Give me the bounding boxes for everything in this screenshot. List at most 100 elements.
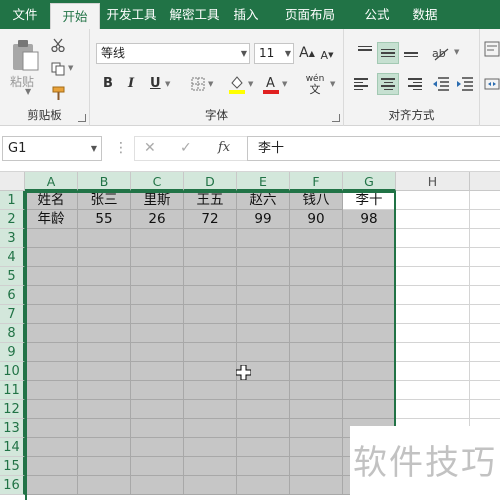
align-center-button[interactable] <box>377 73 399 95</box>
more-options-icon[interactable]: ⋮ <box>114 140 128 156</box>
table-cell[interactable] <box>184 438 237 457</box>
table-cell[interactable] <box>290 267 343 286</box>
row-header[interactable]: 8 <box>0 324 25 343</box>
row-header[interactable]: 16 <box>0 476 25 495</box>
row-header[interactable]: 4 <box>0 248 25 267</box>
table-cell[interactable] <box>290 305 343 324</box>
table-cell[interactable] <box>25 457 78 476</box>
table-cell[interactable] <box>184 343 237 362</box>
table-cell[interactable] <box>184 400 237 419</box>
table-cell[interactable] <box>131 362 184 381</box>
table-cell[interactable] <box>131 457 184 476</box>
table-cell[interactable] <box>343 324 396 343</box>
column-header[interactable]: B <box>78 172 131 191</box>
table-cell[interactable] <box>237 343 290 362</box>
table-cell[interactable] <box>237 438 290 457</box>
table-cell[interactable] <box>131 476 184 495</box>
table-cell[interactable] <box>25 286 78 305</box>
italic-button[interactable]: I <box>128 76 134 91</box>
row-header[interactable]: 3 <box>0 229 25 248</box>
active-cell[interactable]: 李十 <box>343 191 396 210</box>
increase-font-size-icon[interactable]: A ▲ <box>298 43 316 63</box>
table-cell[interactable] <box>470 400 500 419</box>
column-header[interactable]: A <box>25 172 78 191</box>
merge-center-icon[interactable] <box>484 74 500 94</box>
copy-icon[interactable] <box>50 61 66 77</box>
column-header[interactable]: E <box>237 172 290 191</box>
table-cell[interactable] <box>25 400 78 419</box>
table-cell[interactable] <box>78 305 131 324</box>
table-cell[interactable] <box>343 343 396 362</box>
table-cell[interactable]: 26 <box>131 210 184 229</box>
table-cell[interactable] <box>25 362 78 381</box>
paste-dropdown-arrow[interactable]: ▼ <box>25 87 31 96</box>
font-dialog-launcher[interactable] <box>332 114 340 122</box>
font-name-combo[interactable]: 等线 ▼ <box>96 43 250 64</box>
borders-dropdown-arrow[interactable]: ▼ <box>208 80 213 88</box>
table-cell[interactable] <box>343 400 396 419</box>
table-cell[interactable] <box>396 286 470 305</box>
table-cell[interactable] <box>237 400 290 419</box>
table-cell[interactable] <box>78 381 131 400</box>
row-header[interactable]: 13 <box>0 419 25 438</box>
table-cell[interactable] <box>78 457 131 476</box>
table-cell[interactable]: 姓名 <box>25 191 78 210</box>
table-cell[interactable] <box>78 267 131 286</box>
table-cell[interactable] <box>184 324 237 343</box>
cancel-icon[interactable]: ✕ <box>144 140 156 156</box>
table-cell[interactable] <box>131 305 184 324</box>
table-cell[interactable] <box>237 267 290 286</box>
table-cell[interactable] <box>396 305 470 324</box>
table-cell[interactable] <box>396 324 470 343</box>
row-header[interactable]: 10 <box>0 362 25 381</box>
table-cell[interactable] <box>131 438 184 457</box>
table-cell[interactable] <box>237 305 290 324</box>
middle-align-button[interactable] <box>377 42 399 64</box>
enter-icon[interactable]: ✓ <box>180 140 192 156</box>
table-cell[interactable]: 王五 <box>184 191 237 210</box>
table-cell[interactable] <box>470 248 500 267</box>
table-cell[interactable] <box>184 476 237 495</box>
table-cell[interactable] <box>78 362 131 381</box>
table-cell[interactable] <box>396 362 470 381</box>
font-color-dropdown-arrow[interactable]: ▼ <box>282 80 287 88</box>
table-cell[interactable] <box>470 210 500 229</box>
row-header[interactable]: 14 <box>0 438 25 457</box>
tab-formulas[interactable]: 公式 <box>354 0 400 29</box>
row-header[interactable]: 6 <box>0 286 25 305</box>
table-cell[interactable] <box>343 381 396 400</box>
table-cell[interactable] <box>343 305 396 324</box>
table-cell[interactable]: 90 <box>290 210 343 229</box>
table-cell[interactable] <box>78 419 131 438</box>
table-cell[interactable] <box>25 343 78 362</box>
tab-page-layout[interactable]: 页面布局 <box>266 0 354 29</box>
table-cell[interactable] <box>184 267 237 286</box>
tab-data[interactable]: 数据 <box>400 0 450 29</box>
table-cell[interactable] <box>131 286 184 305</box>
increase-indent-icon[interactable] <box>454 73 476 95</box>
format-painter-icon[interactable] <box>50 85 66 101</box>
table-cell[interactable] <box>290 476 343 495</box>
fill-color-icon[interactable] <box>228 74 246 94</box>
clipboard-dialog-launcher[interactable] <box>78 114 86 122</box>
phonetic-guide-icon[interactable]: wén 文 <box>302 72 328 98</box>
table-cell[interactable] <box>78 400 131 419</box>
wrap-text-icon[interactable] <box>484 39 500 59</box>
table-cell[interactable] <box>131 229 184 248</box>
cut-icon[interactable] <box>50 37 66 53</box>
table-cell[interactable] <box>131 267 184 286</box>
bottom-align-button[interactable] <box>400 42 422 64</box>
column-header[interactable]: F <box>290 172 343 191</box>
column-header[interactable]: G <box>343 172 396 191</box>
top-align-button[interactable] <box>354 42 376 64</box>
table-cell[interactable] <box>237 419 290 438</box>
table-cell[interactable] <box>78 248 131 267</box>
column-header[interactable]: C <box>131 172 184 191</box>
row-header[interactable]: 12 <box>0 400 25 419</box>
table-cell[interactable] <box>396 229 470 248</box>
table-cell[interactable] <box>290 457 343 476</box>
table-cell[interactable] <box>290 400 343 419</box>
table-cell[interactable] <box>78 229 131 248</box>
table-cell[interactable] <box>184 362 237 381</box>
paste-icon[interactable] <box>8 37 42 73</box>
